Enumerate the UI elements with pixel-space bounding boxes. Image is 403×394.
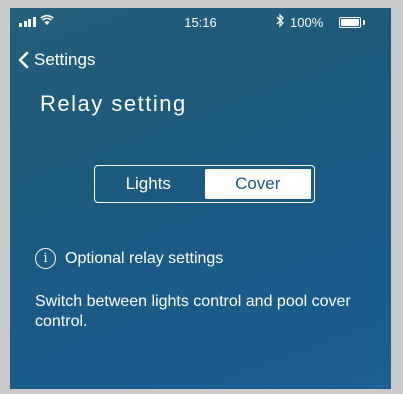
info-row: i Optional relay settings (35, 248, 223, 269)
app-screen: 15:16 100% Settings Relay setting Lights… (10, 8, 391, 389)
info-description: Switch between lights control and pool c… (35, 293, 351, 330)
back-label: Settings (34, 50, 96, 69)
chevron-left-icon (18, 51, 29, 69)
battery-icon (339, 17, 361, 28)
page-title: Relay setting (40, 91, 187, 116)
segment-lights[interactable]: Lights (95, 166, 202, 202)
status-bar: 15:16 100% (10, 8, 391, 36)
relay-segmented-control: Lights Cover (94, 165, 315, 203)
device-frame: 15:16 100% Settings Relay setting Lights… (0, 0, 403, 394)
back-button[interactable]: Settings (18, 50, 95, 70)
battery-percentage: 100% (290, 15, 324, 30)
info-label: Optional relay settings (65, 249, 224, 267)
bluetooth-icon (276, 13, 284, 28)
status-time: 15:16 (184, 15, 217, 30)
segment-cover[interactable]: Cover (204, 169, 311, 199)
battery-nub (363, 20, 365, 25)
info-icon: i (35, 248, 56, 269)
